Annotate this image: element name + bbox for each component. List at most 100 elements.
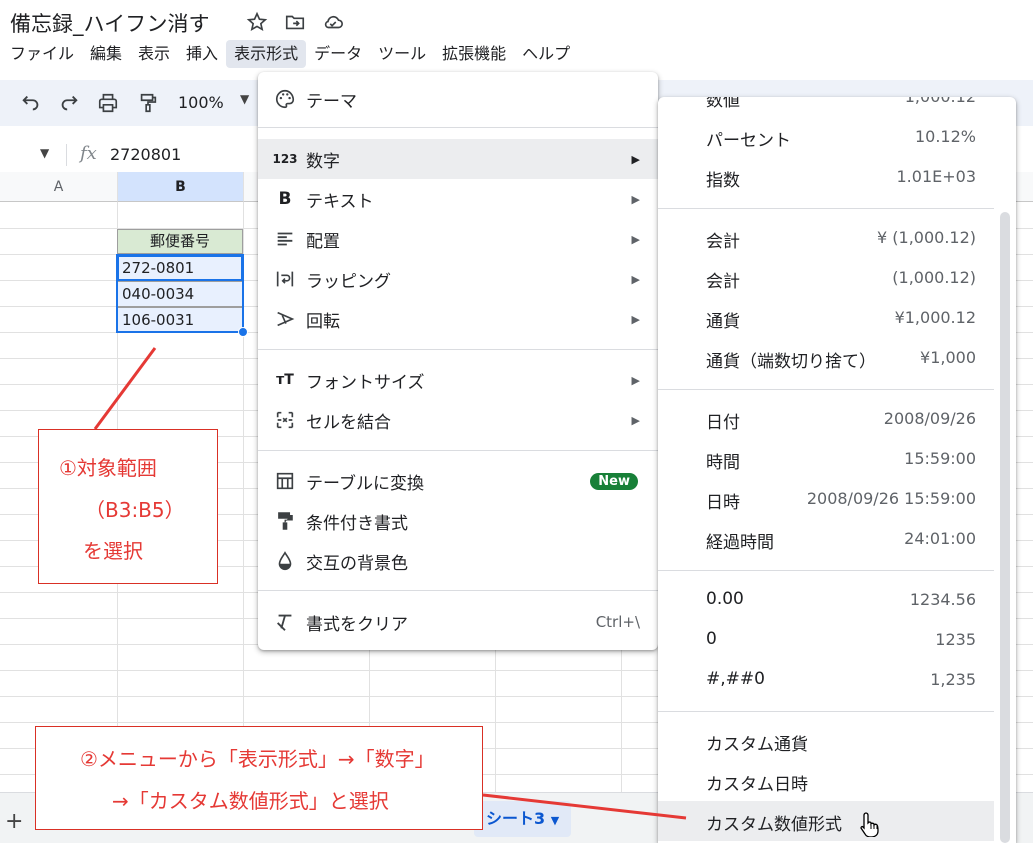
submenu-item-accounting[interactable]: 会計 (1,000.12) — [658, 258, 994, 298]
menu-label: ラッピング — [306, 271, 391, 292]
add-sheet-button[interactable]: + — [5, 809, 23, 834]
submenu-label: 日時 — [706, 493, 740, 513]
menu-item-rotation[interactable]: 回転 ▶ — [258, 299, 658, 339]
menu-file[interactable]: ファイル — [2, 40, 82, 68]
menu-data[interactable]: データ — [306, 40, 370, 68]
menu-label: テーブルに変換 — [306, 473, 424, 494]
cell-b2-header[interactable]: 郵便番号 — [117, 229, 243, 254]
menu-divider — [258, 349, 658, 350]
submenu-label: カスタム日時 — [706, 775, 808, 795]
submenu-label: 数値 — [706, 97, 740, 111]
menu-divider — [258, 590, 658, 591]
submenu-item-scientific[interactable]: 指数 1.01E+03 — [658, 157, 994, 197]
bold-text-icon: B — [278, 189, 292, 209]
print-icon[interactable] — [97, 92, 119, 114]
submenu-arrow-icon: ▶ — [631, 312, 640, 326]
submenu-item-percent[interactable]: パーセント 10.12% — [658, 117, 994, 157]
submenu-label: パーセント — [706, 131, 791, 151]
submenu-label: カスタム通貨 — [706, 735, 808, 755]
annotation-step1-line3: を選択 — [83, 539, 143, 563]
move-to-folder-icon[interactable] — [284, 11, 306, 33]
menu-label: 回転 — [306, 311, 340, 332]
menu-label: 交互の背景色 — [306, 553, 408, 574]
sheet-tab-dropdown-icon[interactable]: ▼ — [551, 814, 559, 827]
submenu-example: 24:01:00 — [904, 529, 976, 548]
menu-label: 書式をクリア — [306, 614, 408, 635]
rotate-icon — [277, 311, 295, 327]
submenu-item-custom-datetime[interactable]: カスタム日時 — [658, 761, 994, 801]
submenu-item-datetime[interactable]: 日時 2008/09/26 15:59:00 — [658, 479, 994, 519]
submenu-item-currency[interactable]: 通貨 ¥1,000.12 — [658, 298, 994, 338]
formula-input[interactable]: 2720801 — [110, 145, 181, 164]
conditional-format-icon — [278, 512, 293, 530]
menu-label: 数字 — [306, 151, 340, 172]
active-cell-border — [117, 255, 243, 281]
menu-extensions[interactable]: 拡張機能 — [434, 40, 514, 68]
menu-item-wrapping[interactable]: ラッピング ▶ — [258, 259, 658, 299]
name-box-dropdown-icon[interactable]: ▼ — [40, 146, 49, 160]
annotation-step1-line1: ①対象範囲 — [59, 456, 157, 480]
submenu-example: 1,000.12 — [905, 97, 976, 106]
submenu-item-time[interactable]: 時間 15:59:00 — [658, 439, 994, 479]
menu-item-alignment[interactable]: 配置 ▶ — [258, 219, 658, 259]
submenu-item-date[interactable]: 日付 2008/09/26 — [658, 399, 994, 439]
submenu-divider — [658, 711, 994, 712]
menu-item-font-size[interactable]: тT フォントサイズ ▶ — [258, 360, 658, 400]
menu-item-convert-to-table[interactable]: テーブルに変換 New — [258, 461, 658, 501]
undo-icon[interactable] — [20, 92, 42, 114]
column-header-a[interactable]: A — [0, 172, 118, 202]
submenu-item-integer[interactable]: 0 1235 — [658, 620, 994, 660]
menu-item-clear-format[interactable]: 書式をクリア Ctrl+\ — [258, 602, 658, 642]
menu-item-text[interactable]: B テキスト ▶ — [258, 179, 658, 219]
menu-view[interactable]: 表示 — [130, 40, 178, 68]
cloud-status-icon[interactable] — [322, 11, 344, 33]
menu-item-number[interactable]: 123 数字 ▶ — [258, 139, 658, 179]
submenu-item-duration[interactable]: 経過時間 24:01:00 — [658, 519, 994, 559]
merge-cells-icon — [276, 411, 294, 429]
menu-item-conditional-format[interactable]: 条件付き書式 — [258, 501, 658, 541]
menu-item-theme[interactable]: テーマ — [258, 79, 658, 119]
menu-item-merge-cells[interactable]: セルを結合 ▶ — [258, 400, 658, 440]
clear-format-icon — [277, 614, 292, 631]
menu-format[interactable]: 表示形式 — [226, 40, 307, 68]
fill-handle[interactable] — [238, 327, 248, 337]
document-title[interactable]: 備忘録_ハイフン消す — [10, 8, 210, 38]
column-header-b[interactable]: B — [118, 172, 244, 202]
paint-format-icon[interactable] — [137, 92, 159, 114]
submenu-arrow-icon: ▶ — [631, 413, 640, 427]
annotation-step1: ①対象範囲 （B3:B5） を選択 — [38, 429, 218, 584]
annotation-step2: ②メニューから「表示形式」→「数字」 →「カスタム数値形式」と選択 — [35, 726, 483, 830]
star-icon[interactable] — [246, 11, 268, 33]
zoom-caret-icon[interactable]: ▼ — [240, 92, 249, 106]
submenu-item-number[interactable]: 数値 1,000.12 — [658, 97, 994, 117]
submenu-item-currency-rounded[interactable]: 通貨（端数切り捨て） ¥1,000 — [658, 338, 994, 378]
formula-divider — [66, 144, 67, 166]
submenu-label: 会計 — [706, 232, 740, 252]
submenu-arrow-icon: ▶ — [631, 192, 640, 206]
menu-help[interactable]: ヘルプ — [514, 40, 578, 68]
submenu-item-custom-currency[interactable]: カスタム通貨 — [658, 721, 994, 761]
submenu-item-decimal[interactable]: 0.00 1234.56 — [658, 580, 994, 620]
submenu-label: 0 — [706, 629, 717, 649]
menu-label: 条件付き書式 — [306, 513, 408, 534]
menu-bar: ファイル 編集 表示 挿入 表示形式 データ ツール 拡張機能 ヘルプ — [2, 40, 578, 68]
menu-tools[interactable]: ツール — [370, 40, 434, 68]
submenu-item-custom-number-format[interactable]: カスタム数値形式 — [658, 801, 994, 841]
submenu-example: ¥1,000 — [920, 348, 976, 367]
zoom-select[interactable]: 100% — [178, 93, 224, 112]
menu-label: フォントサイズ — [306, 372, 425, 393]
submenu-item-thousands[interactable]: #,##0 1,235 — [658, 660, 994, 700]
menu-label: テキスト — [306, 191, 374, 212]
menu-item-alternating-colors[interactable]: 交互の背景色 — [258, 541, 658, 581]
submenu-label: 会計 — [706, 272, 740, 292]
submenu-item-accounting-yen[interactable]: 会計 ¥ (1,000.12) — [658, 218, 994, 258]
submenu-example: 1.01E+03 — [896, 167, 977, 186]
submenu-example: 1235 — [935, 630, 976, 649]
sheet-tab-active[interactable]: シート3 ▼ — [474, 801, 572, 837]
menu-edit[interactable]: 編集 — [82, 40, 130, 68]
redo-icon[interactable] — [58, 92, 80, 114]
menu-insert[interactable]: 挿入 — [178, 40, 226, 68]
palette-icon — [276, 89, 295, 109]
submenu-arrow-icon: ▶ — [631, 272, 640, 286]
submenu-scrollbar[interactable] — [1000, 212, 1010, 843]
